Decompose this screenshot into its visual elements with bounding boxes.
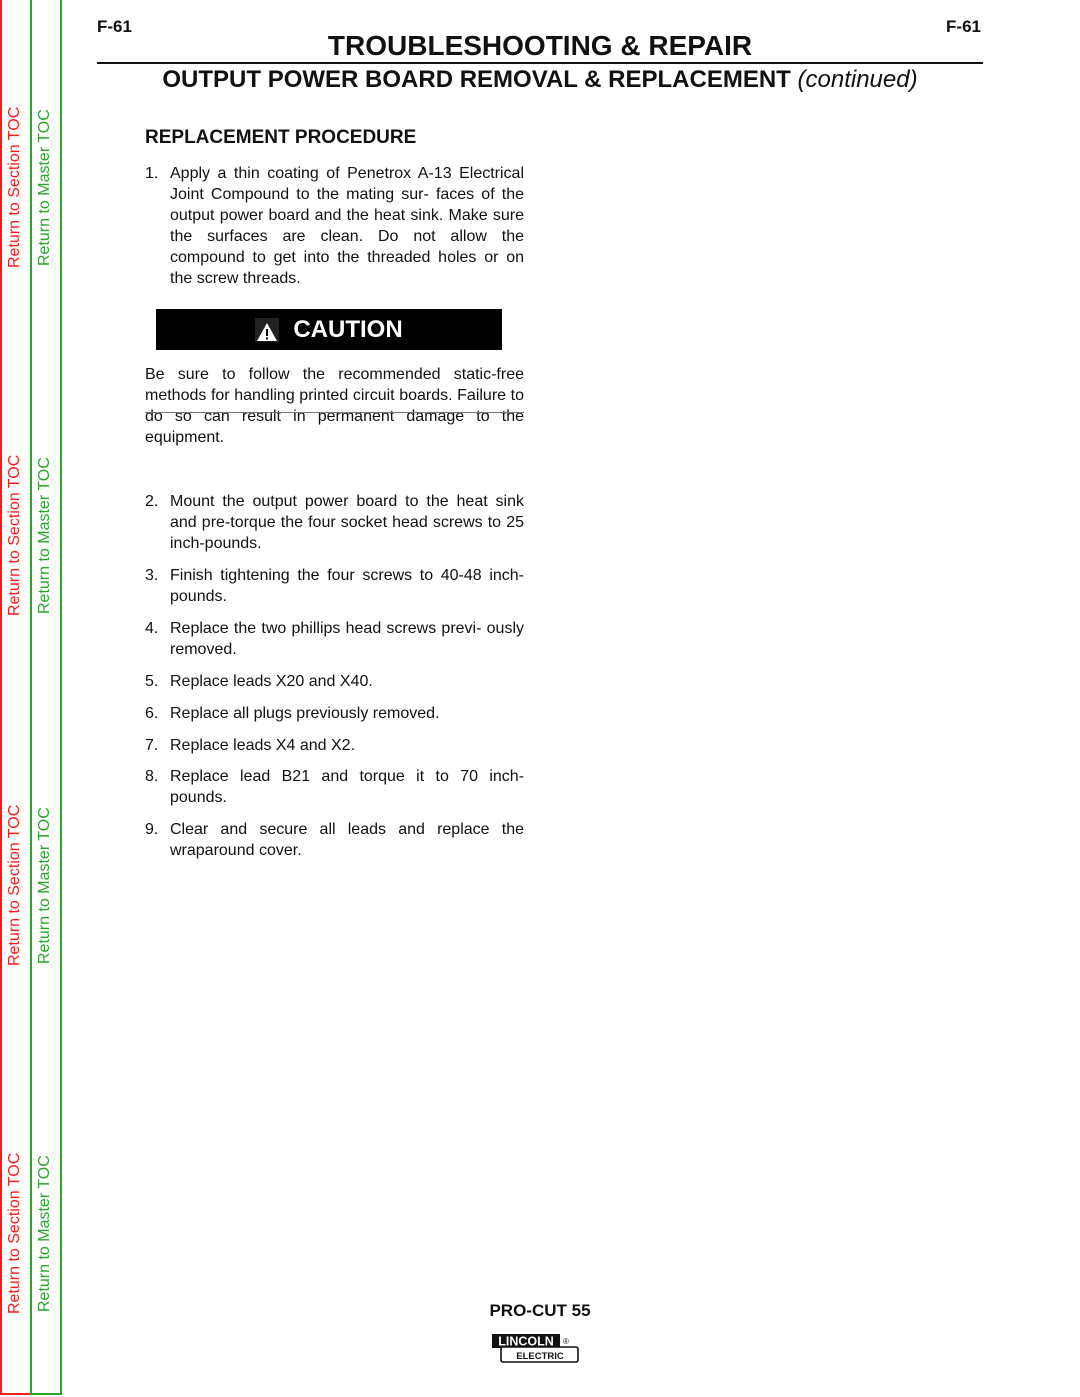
procedure-step: 1. Apply a thin coating of Penetrox A-13… [145,163,524,289]
procedure-step: 4. Replace the two phillips head screws … [145,618,524,660]
page-subtitle: OUTPUT POWER BOARD REMOVAL & REPLACEMENT… [97,66,983,94]
page-title: TROUBLESHOOTING & REPAIR [327,30,753,61]
caution-banner: CAUTION [156,309,502,350]
step-number: 3. [145,567,159,584]
step-text: Mount the output power board to the heat… [170,493,524,552]
lincoln-electric-logo: LINCOLN ELECTRIC ® [492,1334,579,1363]
registered-mark: ® [563,1337,569,1346]
step-number: 5. [145,673,159,690]
procedure-step: 2. Mount the output power board to the h… [145,491,524,554]
step-number: 9. [145,821,159,838]
return-to-master-toc-link[interactable]: Return to Master TOC [36,457,54,614]
step-text: Clear and secure all leads and replace t… [170,821,524,859]
return-to-section-toc-link[interactable]: Return to Section TOC [6,805,24,966]
step-text: Replace leads X4 and X2. [170,737,356,754]
return-to-master-toc-link[interactable]: Return to Master TOC [36,109,54,266]
step-text: Replace lead B21 and torque it to 70 inc… [170,768,524,806]
step-number: 2. [145,493,159,510]
procedure-step: 7. Replace leads X4 and X2. [145,735,524,756]
return-to-section-toc-link[interactable]: Return to Section TOC [6,455,24,616]
step-text: Finish tightening the four screws to 40-… [170,567,524,605]
subtitle-continued: (continued) [797,66,918,93]
step-text: Replace all plugs previously removed. [170,705,440,722]
logo-top-text: LINCOLN [498,1335,554,1349]
return-to-section-toc-link[interactable]: Return to Section TOC [6,107,24,268]
caution-text: Be sure to follow the recommended static… [145,366,524,446]
procedure-step: 8. Replace lead B21 and torque it to 70 … [145,766,524,808]
step-text: Apply a thin coating of Penetrox A-13 El… [170,165,524,287]
step-number: 4. [145,620,159,637]
subtitle-text: OUTPUT POWER BOARD REMOVAL & REPLACEMENT [162,66,791,93]
step-text: Replace leads X20 and X40. [170,673,373,690]
procedure-step: 5. Replace leads X20 and X40. [145,671,524,692]
procedure-step: 6. Replace all plugs previously removed. [145,703,524,724]
return-to-master-toc-link[interactable]: Return to Master TOC [36,807,54,964]
procedure-step: 9. Clear and secure all leads and replac… [145,819,524,861]
return-to-section-toc-link[interactable]: Return to Section TOC [6,1153,24,1314]
step-number: 8. [145,768,159,785]
text-strike-line [145,412,524,413]
procedure-step: 3. Finish tightening the four screws to … [145,565,524,607]
step-number: 1. [145,165,159,182]
caution-label: CAUTION [293,315,403,343]
step-number: 6. [145,705,159,722]
section-heading: REPLACEMENT PROCEDURE [145,127,417,148]
step-number: 7. [145,737,159,754]
return-to-master-toc-link[interactable]: Return to Master TOC [36,1155,54,1312]
logo-bottom-text: ELECTRIC [516,1351,564,1362]
model-name: PRO-CUT 55 [489,1301,591,1320]
title-divider [97,62,983,64]
step-text: Replace the two phillips head screws pre… [170,620,524,658]
warning-triangle-icon [255,317,280,342]
